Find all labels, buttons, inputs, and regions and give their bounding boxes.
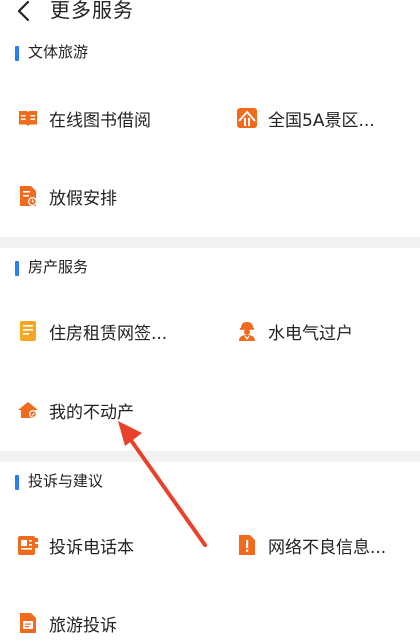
section-divider	[0, 237, 420, 248]
complaint-icon	[17, 612, 39, 634]
section-accent-bar	[15, 261, 19, 276]
section-accent-bar	[15, 46, 19, 61]
phonebook-icon	[17, 534, 39, 556]
section-title: 投诉与建议	[28, 472, 104, 490]
section-header-culture-tourism: 文体旅游	[0, 38, 420, 68]
service-harmful-info-report[interactable]: 网络不良信息...	[236, 527, 420, 563]
service-5a-scenic-spots[interactable]: 全国5A景区...	[236, 100, 420, 136]
service-my-real-estate[interactable]: 我的不动产	[17, 392, 207, 428]
back-arrow-icon[interactable]	[12, 0, 38, 24]
service-label: 旅游投诉	[49, 615, 117, 636]
top-bar: 更多服务	[0, 0, 420, 36]
section-header-real-estate: 房产服务	[0, 253, 420, 283]
service-holiday-schedule[interactable]: 放假安排	[17, 178, 207, 214]
section-divider	[0, 451, 420, 462]
alert-icon	[236, 534, 258, 556]
calendar-icon	[17, 185, 39, 207]
service-label: 水电气过户	[268, 323, 353, 344]
service-online-library[interactable]: 在线图书借阅	[17, 100, 207, 136]
service-tourism-complaint[interactable]: 旅游投诉	[17, 605, 207, 641]
section-title: 文体旅游	[28, 43, 89, 61]
service-housing-lease-contract[interactable]: 住房租赁网签...	[17, 313, 207, 349]
section-header-complaints-suggestions: 投诉与建议	[0, 467, 420, 497]
service-label: 在线图书借阅	[49, 110, 151, 131]
document-icon	[17, 320, 39, 342]
mountain-icon	[236, 107, 258, 129]
service-label: 放假安排	[49, 188, 117, 209]
section-title: 房产服务	[28, 258, 89, 276]
service-label: 我的不动产	[49, 402, 134, 423]
service-label: 投诉电话本	[49, 537, 134, 558]
service-label: 全国5A景区...	[268, 110, 375, 131]
service-utility-transfer[interactable]: 水电气过户	[236, 313, 420, 349]
service-complaint-phonebook[interactable]: 投诉电话本	[17, 527, 207, 563]
page-title: 更多服务	[50, 0, 134, 22]
section-accent-bar	[15, 475, 19, 490]
service-label: 住房租赁网签...	[49, 323, 168, 344]
service-label: 网络不良信息...	[268, 537, 387, 558]
house-icon	[17, 399, 39, 421]
book-icon	[17, 107, 39, 129]
worker-icon	[236, 320, 258, 342]
